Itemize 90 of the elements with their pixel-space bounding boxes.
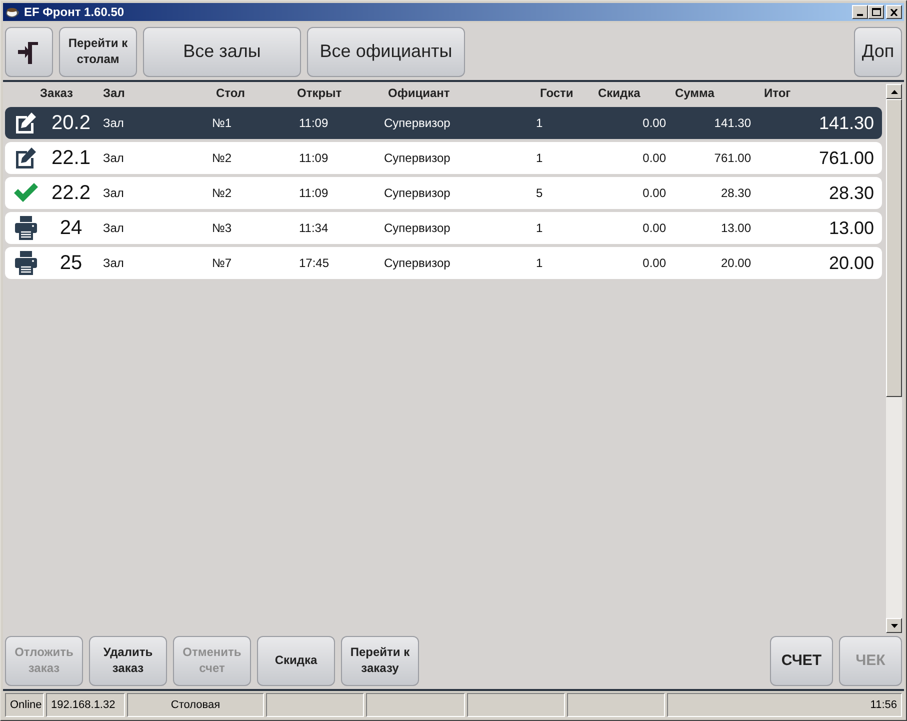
bill-button[interactable]: СЧЕТ bbox=[770, 636, 833, 686]
close-button[interactable] bbox=[886, 5, 902, 19]
table-cell-text: №2 bbox=[211, 186, 233, 200]
scroll-down-button[interactable] bbox=[886, 618, 902, 633]
guests-cell-text: 1 bbox=[535, 116, 544, 130]
column-header: Гости bbox=[539, 86, 574, 100]
total-cell-text: 20.00 bbox=[828, 252, 875, 274]
waiter-cell-text: Супервизор bbox=[383, 116, 452, 130]
maximize-icon bbox=[872, 8, 880, 16]
scrollbar-thumb[interactable] bbox=[886, 99, 902, 397]
discount-cell-text: 0.00 bbox=[642, 221, 667, 235]
filter-button[interactable]: Все официанты bbox=[307, 27, 465, 77]
toolbar-button[interactable]: Удалить заказ bbox=[89, 636, 167, 686]
guests-cell-text: 1 bbox=[535, 256, 544, 270]
discount-cell-text: 0.00 bbox=[642, 256, 667, 270]
minimize-button[interactable] bbox=[852, 5, 868, 19]
column-header: Открыт bbox=[296, 86, 343, 100]
toolbar-button[interactable]: Перейти к столам bbox=[59, 27, 137, 77]
scroll-up-button[interactable] bbox=[886, 84, 902, 99]
column-header: Итог bbox=[763, 86, 792, 100]
close-icon bbox=[890, 8, 898, 16]
total-cell-text: 13.00 bbox=[828, 218, 875, 238]
time-cell-text: 11:09 bbox=[298, 116, 330, 130]
up-arrow-icon bbox=[890, 90, 898, 94]
clock: 11:56 bbox=[667, 693, 902, 717]
column-header: Заказ bbox=[40, 86, 74, 100]
toolbar-button[interactable]: Скидка bbox=[257, 636, 335, 686]
order-number: 20.2 bbox=[50, 112, 92, 134]
time-cell-text: 11:09 bbox=[298, 186, 330, 200]
waiter-cell-text: Супервизор bbox=[383, 151, 452, 165]
time-cell-text: 17:45 bbox=[298, 256, 330, 270]
hall-cell-text: Зал bbox=[102, 256, 125, 270]
toolbar-button[interactable]: Перейти к заказу bbox=[341, 636, 419, 686]
time-cell-text: 11:34 bbox=[298, 221, 330, 235]
order-row[interactable]: 24 Зал №3 11:34 Супервизор 1 0.00 13.00 13.00 bbox=[5, 212, 882, 244]
check-icon bbox=[13, 182, 39, 204]
guests-cell-text: 1 bbox=[535, 221, 544, 235]
app-icon bbox=[6, 6, 20, 18]
printer-icon bbox=[14, 215, 38, 241]
table-cell-text: №1 bbox=[211, 116, 233, 130]
total-cell-text: 141.30 bbox=[818, 112, 875, 134]
filter-button[interactable]: Все залы bbox=[143, 27, 301, 77]
discount-cell-text: 0.00 bbox=[642, 186, 667, 200]
total-cell-text: 761.00 bbox=[818, 148, 875, 168]
discount-cell-text: 0.00 bbox=[642, 116, 667, 130]
guests-cell-text: 1 bbox=[535, 151, 544, 165]
table-cell-text: №7 bbox=[211, 256, 233, 270]
column-header: Скидка bbox=[597, 86, 642, 100]
edit-icon bbox=[14, 111, 38, 135]
sum-cell-text: 13.00 bbox=[720, 221, 752, 235]
column-header: Официант bbox=[387, 86, 451, 100]
table-cell-text: №2 bbox=[211, 151, 233, 165]
order-row[interactable]: 25 Зал №7 17:45 Супервизор 1 0.00 20.00 20.00 bbox=[5, 247, 882, 279]
column-header: Стол bbox=[215, 86, 246, 100]
hall-cell-text: Зал bbox=[102, 151, 125, 165]
exit-button[interactable] bbox=[5, 27, 53, 77]
order-number: 25 bbox=[58, 252, 84, 274]
connection-status: Online bbox=[5, 693, 44, 717]
maximize-button[interactable] bbox=[868, 5, 884, 19]
window-title: EF Фронт 1.60.50 bbox=[24, 5, 126, 19]
order-number: 22.1 bbox=[50, 146, 92, 170]
sum-cell-text: 141.30 bbox=[713, 116, 752, 130]
hall-cell-text: Зал bbox=[102, 116, 125, 130]
more-button[interactable]: Доп bbox=[854, 27, 902, 77]
sum-cell-text: 28.30 bbox=[720, 186, 752, 200]
order-row[interactable]: 20.2 Зал №1 11:09 Супервизор 1 0.00 141.30 141.30 bbox=[5, 107, 882, 139]
exit-icon bbox=[18, 39, 40, 65]
printer-icon bbox=[14, 250, 38, 276]
sum-cell-text: 20.00 bbox=[720, 256, 752, 270]
ip-address: 192.168.1.32 bbox=[46, 693, 125, 717]
table-cell-text: №3 bbox=[211, 221, 233, 235]
discount-cell-text: 0.00 bbox=[642, 151, 667, 165]
order-row[interactable]: 22.1 Зал №2 11:09 Супервизор 1 0.00 761.00 761.00 bbox=[5, 142, 882, 174]
order-number: 22.2 bbox=[50, 182, 92, 204]
waiter-cell-text: Супервизор bbox=[383, 186, 452, 200]
sum-cell-text: 761.00 bbox=[713, 151, 752, 165]
hall-cell-text: Зал bbox=[102, 221, 125, 235]
down-arrow-icon bbox=[890, 624, 898, 628]
order-number: 24 bbox=[58, 216, 84, 240]
total-cell-text: 28.30 bbox=[828, 182, 875, 204]
edit-icon bbox=[14, 146, 38, 170]
hall-cell-text: Зал bbox=[102, 186, 125, 200]
time-cell-text: 11:09 bbox=[298, 151, 330, 165]
column-header: Сумма bbox=[674, 86, 716, 100]
location-name: Столовая bbox=[127, 693, 264, 717]
waiter-cell-text: Супервизор bbox=[383, 256, 452, 270]
guests-cell-text: 5 bbox=[535, 186, 544, 200]
column-header: Зал bbox=[102, 86, 126, 100]
waiter-cell-text: Супервизор bbox=[383, 221, 452, 235]
order-row[interactable]: 22.2 Зал №2 11:09 Супервизор 5 0.00 28.30 28.30 bbox=[5, 177, 882, 209]
